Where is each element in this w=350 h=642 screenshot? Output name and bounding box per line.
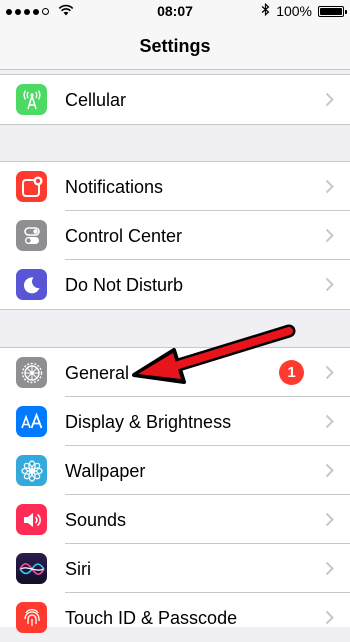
display-icon (16, 406, 47, 437)
settings-row-display-brightness[interactable]: Display & Brightness (0, 397, 350, 446)
control-center-icon (16, 220, 47, 251)
battery-icon (318, 5, 347, 17)
annotation-arrow-icon (124, 322, 296, 391)
settings-row-control-center[interactable]: Control Center (0, 211, 350, 260)
cellular-icon (16, 84, 47, 115)
row-label: Sounds (65, 510, 127, 530)
chevron-right-icon (325, 179, 334, 199)
settings-row-do-not-disturb[interactable]: Do Not Disturb (0, 260, 350, 309)
wallpaper-icon (16, 455, 47, 486)
fingerprint-icon (16, 602, 47, 633)
row-label: Do Not Disturb (65, 275, 184, 295)
row-label: Cellular (65, 90, 127, 110)
settings-row-touch-id-passcode[interactable]: Touch ID & Passcode (0, 593, 350, 642)
settings-group-network: Cellular (0, 74, 350, 125)
bluetooth-icon (261, 2, 270, 19)
battery-fill (320, 7, 342, 15)
settings-row-cellular[interactable]: Cellular (0, 75, 350, 124)
settings-row-notifications[interactable]: Notifications (0, 162, 350, 211)
chevron-right-icon (325, 610, 334, 630)
row-label: Display & Brightness (65, 412, 232, 432)
chevron-right-icon (325, 228, 334, 248)
settings-row-sounds[interactable]: Sounds (0, 495, 350, 544)
gear-icon (16, 357, 47, 388)
notifications-icon (16, 171, 47, 202)
moon-icon (16, 269, 47, 300)
speaker-icon (16, 504, 47, 535)
row-label: Notifications (65, 177, 164, 197)
settings-row-siri[interactable]: Siri (0, 544, 350, 593)
chevron-right-icon (325, 414, 334, 434)
row-label: Control Center (65, 226, 183, 246)
siri-icon (16, 553, 47, 584)
settings-row-wallpaper[interactable]: Wallpaper (0, 446, 350, 495)
battery-percent: 100% (276, 3, 312, 19)
navigation-bar: Settings (0, 22, 350, 70)
row-label: Wallpaper (65, 461, 146, 481)
status-bar: 08:07 100% (0, 0, 350, 22)
row-label: Siri (65, 559, 91, 579)
chevron-right-icon (325, 561, 334, 581)
row-label: General (65, 363, 130, 383)
page-title: Settings (139, 36, 211, 56)
settings-group-notifications: Notifications Control Center Do Not Dist… (0, 161, 350, 310)
row-label: Touch ID & Passcode (65, 608, 238, 628)
chevron-right-icon (325, 92, 334, 112)
chevron-right-icon (325, 512, 334, 532)
chevron-right-icon (325, 463, 334, 483)
chevron-right-icon (325, 277, 334, 297)
chevron-right-icon (325, 365, 334, 385)
